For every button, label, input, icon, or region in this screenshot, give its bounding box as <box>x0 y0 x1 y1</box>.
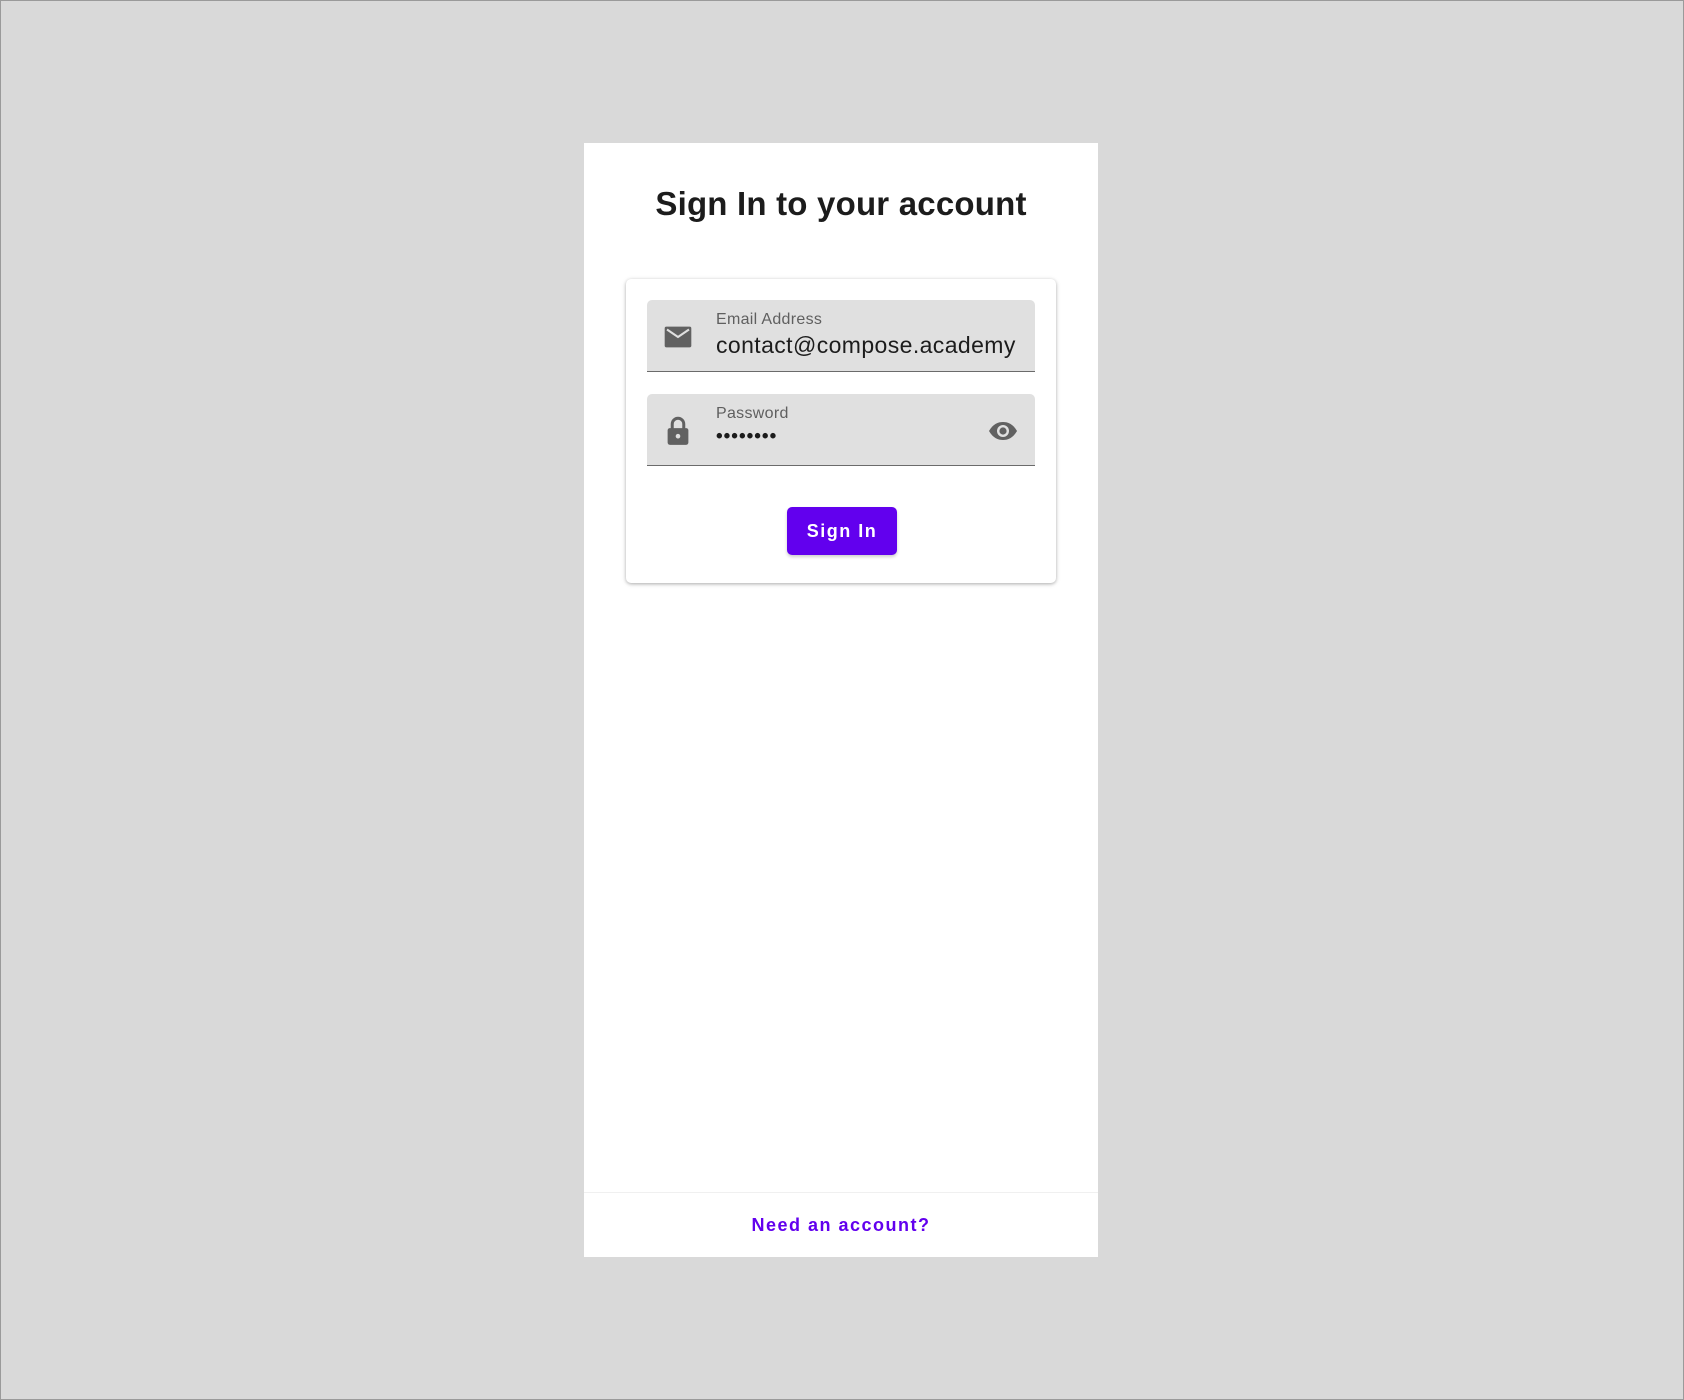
password-label: Password <box>716 405 789 422</box>
email-input[interactable] <box>716 332 1016 359</box>
sign-in-button[interactable]: Sign In <box>787 507 897 555</box>
need-account-link[interactable]: Need an account? <box>751 1215 930 1236</box>
footer: Need an account? <box>584 1192 1098 1257</box>
email-field[interactable]: Email Address <box>647 300 1035 372</box>
page-title: Sign In to your account <box>655 185 1027 222</box>
lock-icon <box>663 416 693 446</box>
password-field[interactable]: Password •••••••• <box>647 394 1035 466</box>
email-label: Email Address <box>716 311 823 328</box>
eye-icon[interactable] <box>987 416 1019 446</box>
sign-in-card: Email Address Password •••••••• <box>626 279 1056 583</box>
envelope-icon <box>663 322 693 352</box>
phone-screen: Sign In to your account Email Address Pa… <box>584 143 1098 1257</box>
password-input[interactable]: •••••••• <box>716 426 1016 448</box>
